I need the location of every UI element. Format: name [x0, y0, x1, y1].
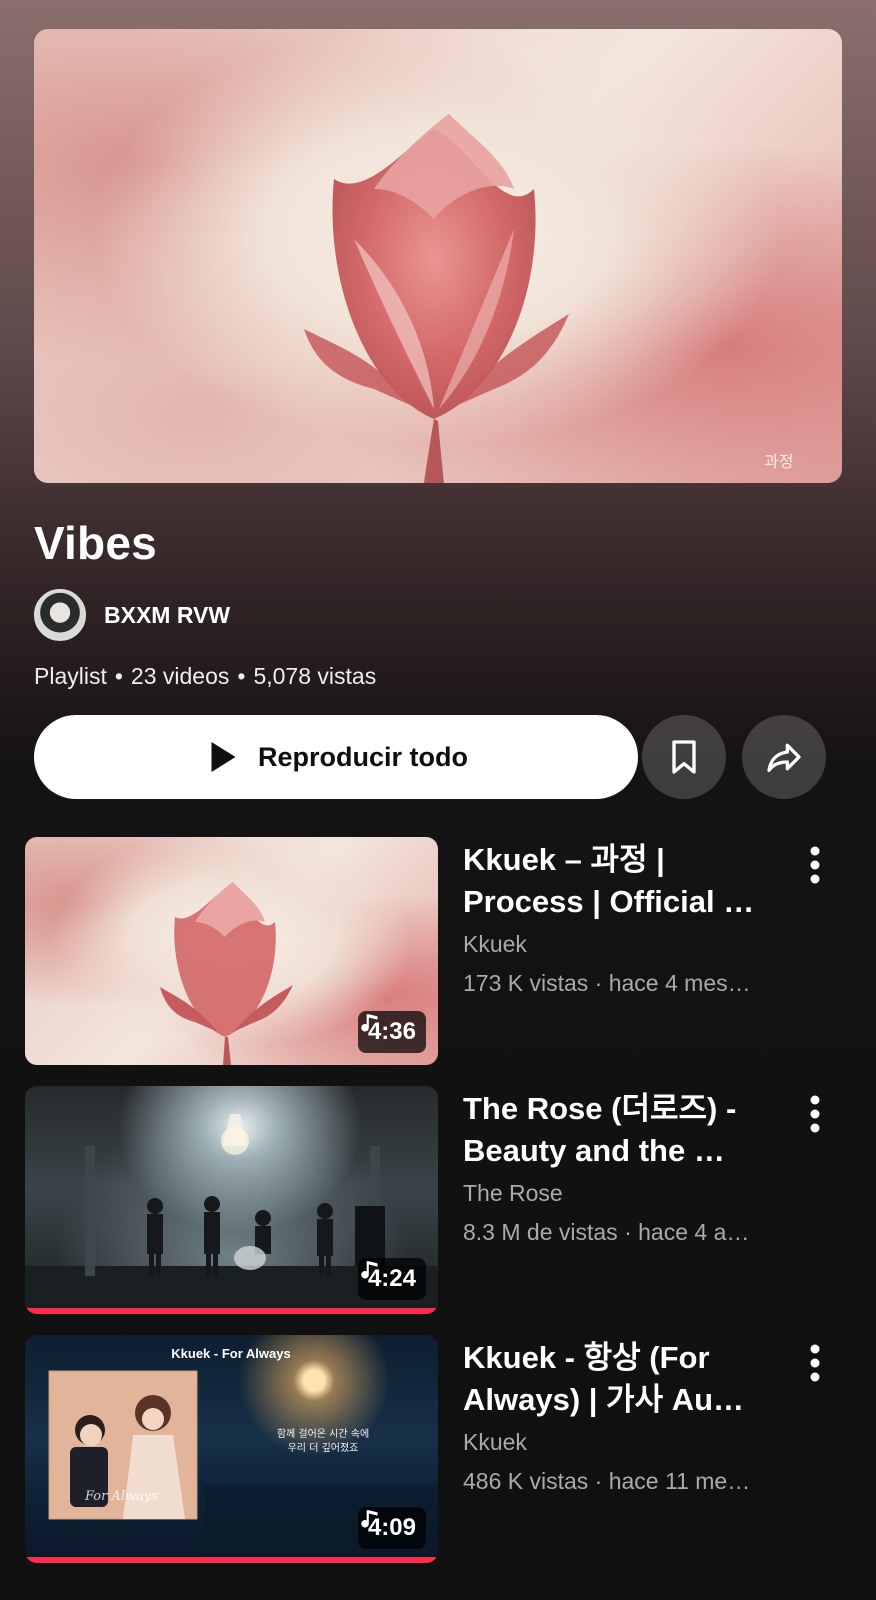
- playlist-meta: Playlist • 23 videos • 5,078 vistas: [34, 663, 376, 690]
- duration-badge: 4:24: [357, 1258, 426, 1300]
- video-thumbnail[interactable]: 4:36: [25, 837, 438, 1065]
- music-note-icon: [361, 1261, 378, 1279]
- share-icon: [767, 743, 801, 772]
- play-icon: [211, 742, 236, 772]
- video-channel: The Rose: [463, 1180, 563, 1206]
- video-thumbnail[interactable]: Kkuek - For Always For Always 함께 걸어온 시간 …: [25, 1335, 438, 1563]
- thumbnail-caption: Kkuek - For Always: [171, 1346, 290, 1361]
- separator-dot: •: [237, 663, 246, 689]
- play-all-label: Reproducir todo: [258, 741, 468, 772]
- share-button[interactable]: [742, 715, 826, 799]
- video-meta: 486 K vistas · hace 11 me…: [463, 1468, 751, 1494]
- video-channel: Kkuek: [463, 931, 527, 957]
- duration-badge: 4:09: [357, 1507, 426, 1549]
- playlist-thumbnail[interactable]: 과정: [34, 29, 842, 483]
- save-playlist-icon: [672, 740, 696, 774]
- playlist-owner[interactable]: BXXM RVW: [34, 588, 230, 642]
- view-count: 5,078 vistas: [253, 663, 377, 689]
- video-meta: 173 K vistas · hace 4 mes…: [463, 970, 751, 996]
- more-vert-icon: [810, 846, 820, 884]
- more-vert-icon: [810, 1344, 820, 1382]
- video-thumbnail[interactable]: 4:24: [25, 1086, 438, 1314]
- rose-artwork: 과정: [304, 114, 793, 483]
- video-info[interactable]: Kkuek – 과정 | Process | Official … Kkuek …: [463, 837, 793, 997]
- thumbnail-watermark: 과정: [764, 452, 793, 471]
- list-item[interactable]: 4:24 The Rose (더로즈) - Beauty and the … T…: [25, 1086, 865, 1316]
- duration-badge: 4:36: [357, 1011, 426, 1053]
- avatar[interactable]: [34, 589, 86, 641]
- watch-progress-bar: [25, 1557, 438, 1563]
- list-item[interactable]: Kkuek - For Always For Always 함께 걸어온 시간 …: [25, 1335, 865, 1565]
- video-info[interactable]: Kkuek - 항상 (For Always) | 가사 Au… Kkuek 4…: [463, 1335, 793, 1495]
- music-note-icon: [361, 1510, 378, 1528]
- more-options-button[interactable]: [795, 845, 835, 885]
- more-options-button[interactable]: [795, 1343, 835, 1383]
- play-all-button[interactable]: Reproducir todo: [34, 715, 638, 799]
- video-info[interactable]: The Rose (더로즈) - Beauty and the … The Ro…: [463, 1086, 793, 1246]
- video-title[interactable]: Kkuek – 과정 | Process | Official …: [463, 839, 793, 923]
- save-playlist-button[interactable]: [642, 715, 726, 799]
- more-options-button[interactable]: [795, 1094, 835, 1134]
- more-vert-icon: [810, 1095, 820, 1133]
- video-channel: Kkuek: [463, 1429, 527, 1455]
- music-note-icon: [361, 1014, 378, 1032]
- video-meta: 8.3 M de vistas · hace 4 a…: [463, 1219, 750, 1245]
- separator-dot: •: [114, 663, 123, 689]
- list-item[interactable]: 4:36 Kkuek – 과정 | Process | Official … K…: [25, 837, 865, 1067]
- thumbnail-lyrics-line-2: 우리 더 깊어졌죠: [288, 1441, 359, 1454]
- watch-progress-bar: [25, 1308, 438, 1314]
- thumbnail-script: For Always: [84, 1489, 158, 1504]
- video-title[interactable]: The Rose (더로즈) - Beauty and the …: [463, 1088, 793, 1172]
- owner-name[interactable]: BXXM RVW: [104, 602, 230, 629]
- video-title[interactable]: Kkuek - 항상 (For Always) | 가사 Au…: [463, 1337, 793, 1421]
- video-count: 23 videos: [130, 663, 230, 689]
- playlist-type: Playlist: [34, 663, 107, 689]
- thumbnail-lyrics-line-1: 함께 걸어온 시간 속에: [277, 1427, 369, 1440]
- playlist-title: Vibes: [34, 517, 157, 569]
